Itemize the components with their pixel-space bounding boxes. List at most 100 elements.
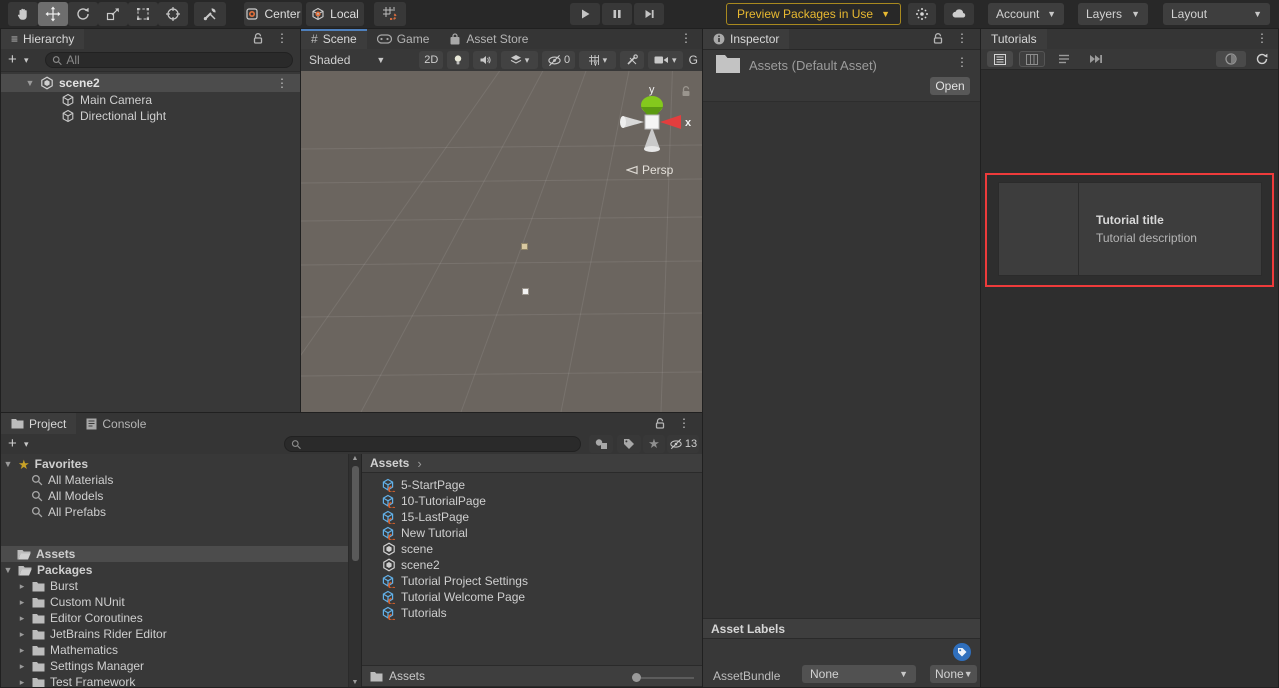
column-view-button[interactable] (1019, 51, 1045, 67)
hierarchy-item-directional-light[interactable]: Directional Light (1, 108, 300, 124)
asset-item-scene[interactable]: scene (362, 541, 702, 557)
asset-labels-header[interactable]: Asset Labels (703, 618, 980, 639)
asset-item-scene2[interactable]: scene2 (362, 557, 702, 573)
asset-item-tutorial-project-settings[interactable]: Tutorial Project Settings (362, 573, 702, 589)
2d-toggle-button[interactable]: 2D (419, 51, 443, 69)
step-button[interactable] (634, 3, 664, 25)
asset-header-kebab[interactable]: ⋮ (952, 56, 972, 68)
tree-scrollbar[interactable]: ▲ ▼ (348, 454, 361, 687)
audio-toggle-button[interactable] (473, 51, 497, 69)
tree-item-jetbrains-rider-editor[interactable]: ▸ JetBrains Rider Editor (1, 626, 348, 642)
tree-item-favorites[interactable]: ▼ ★ Favorites (1, 456, 348, 472)
slider-handle[interactable] (632, 673, 641, 682)
tab-inspector[interactable]: Inspector (703, 29, 789, 49)
tree-item-custom-nunit[interactable]: ▸ Custom NUnit (1, 594, 348, 610)
refresh-button[interactable] (1252, 51, 1272, 67)
tree-item-assets[interactable]: Assets (1, 546, 348, 562)
assetbundle-variant-dropdown[interactable]: None ▼ (930, 665, 977, 683)
compact-list-button[interactable] (1051, 51, 1077, 67)
asset-item-tutorials[interactable]: Tutorials (362, 605, 702, 621)
favorites-filter-button[interactable]: ★ (643, 435, 665, 453)
breadcrumb-folder[interactable]: Assets (370, 456, 409, 470)
collapse-caret-icon[interactable]: ▸ (17, 677, 27, 688)
scrollbar-down-arrow[interactable]: ▼ (349, 679, 361, 686)
rotate-tool-button[interactable] (68, 2, 98, 26)
light-gizmo-dot[interactable] (521, 243, 528, 250)
scene-row-kebab[interactable]: ⋮ (272, 77, 292, 89)
move-tool-button[interactable] (38, 2, 68, 26)
account-dropdown[interactable]: Account ▼ (988, 3, 1064, 25)
tree-item-packages[interactable]: ▼ Packages (1, 562, 348, 578)
hierarchy-lock-icon[interactable] (252, 32, 264, 45)
scene-menu-kebab[interactable]: ⋮ (676, 32, 696, 44)
create-plus-button[interactable]: + (8, 435, 17, 452)
tab-console[interactable]: Console (76, 413, 156, 434)
collapse-caret-icon[interactable]: ▸ (17, 629, 27, 640)
orientation-local-button[interactable]: Local (306, 2, 364, 26)
collapse-caret-icon[interactable]: ▸ (17, 661, 27, 672)
expand-caret-icon[interactable]: ▼ (3, 459, 13, 469)
asset-item-15-lastpage[interactable]: 15-LastPage (362, 509, 702, 525)
grid-snap-button[interactable] (374, 2, 406, 26)
skip-forward-button[interactable] (1083, 51, 1109, 67)
tree-item-mathematics[interactable]: ▸ Mathematics (1, 642, 348, 658)
scene-camera-dropdown[interactable]: ▾ (648, 51, 683, 69)
hierarchy-menu-kebab[interactable]: ⋮ (272, 32, 292, 44)
pause-button[interactable] (602, 3, 632, 25)
scene-viewport[interactable]: y x Persp (301, 71, 702, 412)
hierarchy-search-input[interactable] (66, 53, 286, 67)
collapse-caret-icon[interactable]: ▸ (17, 613, 27, 624)
scene-orientation-gizmo[interactable]: y x (609, 79, 695, 165)
asset-item-10-tutorialpage[interactable]: 10-TutorialPage (362, 493, 702, 509)
hierarchy-search-field[interactable] (45, 52, 293, 68)
project-search-field[interactable] (284, 436, 581, 452)
tree-item-settings-manager[interactable]: ▸ Settings Manager (1, 658, 348, 674)
expand-caret-icon[interactable]: ▼ (25, 78, 35, 88)
progress-activity-button[interactable] (908, 3, 936, 25)
custom-tool-button[interactable] (194, 2, 226, 26)
pivot-center-button[interactable]: Center (244, 2, 302, 26)
scrollbar-thumb[interactable] (352, 466, 359, 561)
draw-mode-dropdown[interactable]: Shaded ▼ (305, 53, 389, 67)
tab-scene[interactable]: # Scene (301, 29, 367, 49)
tree-item-all-materials[interactable]: All Materials (1, 472, 348, 488)
inspector-lock-icon[interactable] (932, 32, 944, 45)
project-visibility-button[interactable]: 13 (667, 435, 699, 453)
search-by-label-button[interactable] (617, 435, 641, 453)
breadcrumb[interactable]: Assets › (362, 454, 702, 473)
collapse-caret-icon[interactable]: ▸ (17, 645, 27, 656)
tab-game[interactable]: Game (367, 29, 440, 49)
tab-hierarchy[interactable]: ≡ Hierarchy (1, 29, 84, 49)
effects-dropdown-button[interactable]: ▾ (501, 51, 538, 69)
open-button[interactable]: Open (930, 77, 970, 95)
expand-caret-icon[interactable]: ▼ (3, 565, 13, 575)
tab-tutorials[interactable]: Tutorials (981, 29, 1047, 49)
scrollbar-up-arrow[interactable]: ▲ (349, 454, 361, 464)
hierarchy-scene-row[interactable]: ▼ scene2 ⋮ (1, 74, 300, 92)
grid-visibility-dropdown[interactable]: y ▾ (579, 51, 616, 69)
asset-item-new-tutorial[interactable]: New Tutorial (362, 525, 702, 541)
projection-mode-toggle[interactable]: Persp (626, 163, 673, 177)
create-dropdown-caret[interactable]: ▾ (24, 56, 29, 65)
asset-item-5-startpage[interactable]: 5-StartPage (362, 477, 702, 493)
hand-tool-button[interactable] (8, 2, 38, 26)
transform-tool-button[interactable] (158, 2, 188, 26)
create-dropdown-caret[interactable]: ▾ (24, 440, 29, 449)
tree-item-burst[interactable]: ▸ Burst (1, 578, 348, 594)
list-view-button[interactable] (987, 51, 1013, 67)
layers-dropdown[interactable]: Layers ▼ (1078, 3, 1148, 25)
tree-item-all-models[interactable]: All Models (1, 488, 348, 504)
layout-dropdown[interactable]: Layout ▼ (1163, 3, 1270, 25)
project-search-input[interactable] (305, 437, 574, 451)
preview-packages-dropdown[interactable]: Preview Packages in Use ▼ (726, 3, 901, 25)
tab-project[interactable]: Project (1, 413, 76, 434)
collapse-caret-icon[interactable]: ▸ (17, 597, 27, 608)
assetbundle-dropdown[interactable]: None ▼ (802, 665, 916, 683)
gizmos-dropdown-clipped[interactable]: G (689, 53, 698, 67)
label-tag-button[interactable] (953, 643, 971, 661)
thumbnail-size-slider[interactable] (632, 674, 694, 682)
lighting-toggle-button[interactable] (447, 51, 469, 69)
scale-tool-button[interactable] (98, 2, 128, 26)
project-menu-kebab[interactable]: ⋮ (674, 417, 694, 429)
tree-item-test-framework[interactable]: ▸ Test Framework (1, 674, 348, 687)
